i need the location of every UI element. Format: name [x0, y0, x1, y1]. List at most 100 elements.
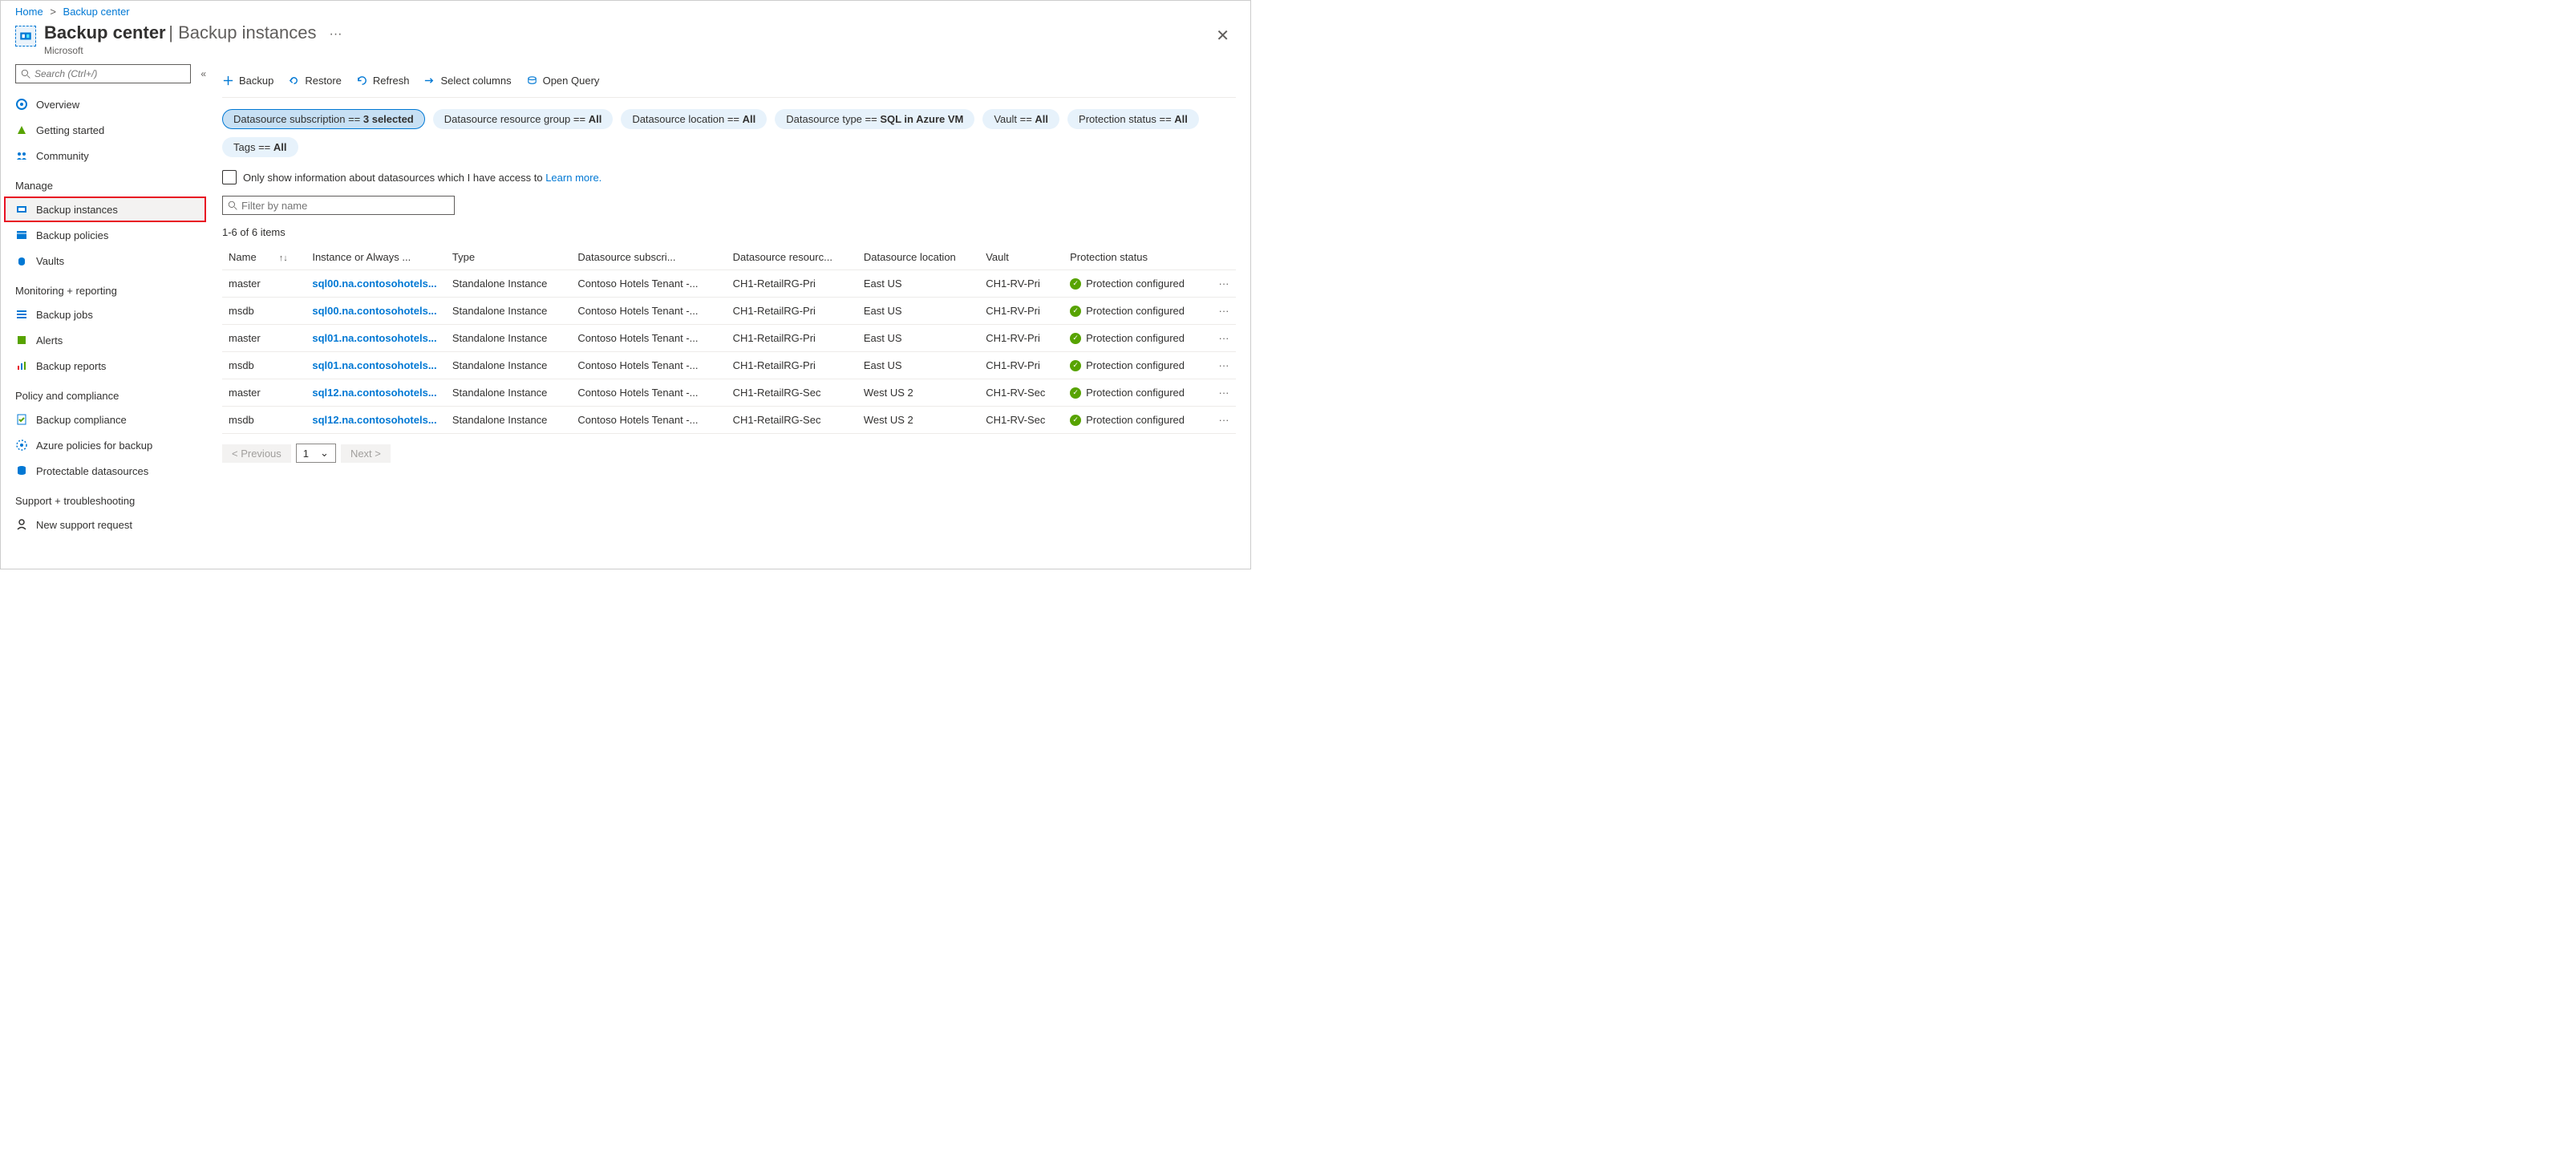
nav-label: Backup instances	[36, 204, 118, 216]
nav-icon	[15, 308, 28, 321]
filter-resource-group[interactable]: Datasource resource group == All	[433, 109, 614, 129]
filter-vault[interactable]: Vault == All	[982, 109, 1059, 129]
cell-status: ✓Protection configured	[1063, 352, 1212, 379]
restore-button[interactable]: Restore	[288, 75, 342, 87]
sidebar-item-backup-compliance[interactable]: Backup compliance	[4, 407, 206, 432]
row-menu-button[interactable]: ···	[1212, 325, 1236, 352]
pager: < Previous 1⌄ Next >	[222, 444, 1236, 463]
cell-resource: CH1-RetailRG-Pri	[727, 270, 857, 298]
filter-pills: Datasource subscription == 3 selected Da…	[222, 109, 1236, 157]
breadcrumb-home[interactable]: Home	[15, 6, 43, 18]
sidebar-item-backup-instances[interactable]: Backup instances	[4, 197, 206, 222]
nav-group-title: Manage	[15, 180, 206, 192]
cell-resource: CH1-RetailRG-Sec	[727, 407, 857, 434]
cell-instance-link[interactable]: sql01.na.contosohotels...	[306, 352, 446, 379]
cell-name: master	[222, 379, 306, 407]
cell-status: ✓Protection configured	[1063, 298, 1212, 325]
cell-location: East US	[857, 352, 979, 379]
sidebar-item-backup-policies[interactable]: Backup policies	[4, 222, 206, 248]
cell-vault: CH1-RV-Pri	[979, 352, 1063, 379]
refresh-button[interactable]: Refresh	[356, 75, 410, 87]
filter-protection-status[interactable]: Protection status == All	[1067, 109, 1199, 129]
cell-instance-link[interactable]: sql12.na.contosohotels...	[306, 379, 446, 407]
cell-instance-link[interactable]: sql00.na.contosohotels...	[306, 270, 446, 298]
sidebar-item-alerts[interactable]: Alerts	[4, 327, 206, 353]
sidebar-item-backup-jobs[interactable]: Backup jobs	[4, 302, 206, 327]
filter-tags[interactable]: Tags == All	[222, 137, 298, 157]
col-location[interactable]: Datasource location	[857, 245, 979, 270]
col-subscription[interactable]: Datasource subscri...	[571, 245, 726, 270]
nav-label: Getting started	[36, 124, 104, 136]
sidebar: « Overview Getting started Community Manag…	[1, 64, 208, 569]
sidebar-search-input[interactable]	[34, 68, 185, 79]
col-name[interactable]: Name↑↓	[222, 245, 306, 270]
check-icon: ✓	[1070, 333, 1081, 344]
cell-name: msdb	[222, 407, 306, 434]
cell-resource: CH1-RetailRG-Pri	[727, 352, 857, 379]
cell-resource: CH1-RetailRG-Pri	[727, 298, 857, 325]
sort-icon[interactable]: ↑↓	[279, 253, 288, 263]
sidebar-search[interactable]	[15, 64, 191, 83]
nav-label: Protectable datasources	[36, 465, 148, 477]
sidebar-item-new-support-request[interactable]: New support request	[4, 512, 206, 537]
name-filter-input[interactable]	[241, 200, 449, 212]
filter-subscription[interactable]: Datasource subscription == 3 selected	[222, 109, 425, 129]
row-menu-button[interactable]: ···	[1212, 352, 1236, 379]
col-instance[interactable]: Instance or Always ...	[306, 245, 446, 270]
filter-location[interactable]: Datasource location == All	[621, 109, 767, 129]
access-checkbox[interactable]	[222, 170, 237, 184]
check-icon: ✓	[1070, 278, 1081, 290]
nav-icon	[15, 334, 28, 346]
cell-name: msdb	[222, 298, 306, 325]
table-row: msdb sql01.na.contosohotels... Standalon…	[222, 352, 1236, 379]
sidebar-item-azure-policies-for-backup[interactable]: Azure policies for backup	[4, 432, 206, 458]
search-icon	[228, 201, 238, 211]
cell-instance-link[interactable]: sql00.na.contosohotels...	[306, 298, 446, 325]
table-row: master sql00.na.contosohotels... Standal…	[222, 270, 1236, 298]
nav-icon	[15, 439, 28, 452]
refresh-icon	[356, 75, 368, 87]
sidebar-item-protectable-datasources[interactable]: Protectable datasources	[4, 458, 206, 484]
cell-instance-link[interactable]: sql01.na.contosohotels...	[306, 325, 446, 352]
row-menu-button[interactable]: ···	[1212, 379, 1236, 407]
next-button[interactable]: Next >	[341, 444, 391, 463]
sidebar-item-community[interactable]: Community	[4, 143, 206, 168]
filter-type[interactable]: Datasource type == SQL in Azure VM	[775, 109, 974, 129]
page-select[interactable]: 1⌄	[296, 444, 336, 463]
learn-more-link[interactable]: Learn more.	[545, 172, 601, 184]
cell-location: East US	[857, 298, 979, 325]
cell-instance-link[interactable]: sql12.na.contosohotels...	[306, 407, 446, 434]
prev-button[interactable]: < Previous	[222, 444, 291, 463]
col-status[interactable]: Protection status	[1063, 245, 1212, 270]
check-icon: ✓	[1070, 387, 1081, 399]
sidebar-item-overview[interactable]: Overview	[4, 91, 206, 117]
nav-icon	[15, 464, 28, 477]
cell-vault: CH1-RV-Sec	[979, 407, 1063, 434]
page-title: Backup center	[44, 22, 166, 43]
cell-name: msdb	[222, 352, 306, 379]
name-filter[interactable]	[222, 196, 455, 215]
row-menu-button[interactable]: ···	[1212, 407, 1236, 434]
row-menu-button[interactable]: ···	[1212, 298, 1236, 325]
breadcrumb-current[interactable]: Backup center	[63, 6, 130, 18]
col-resource[interactable]: Datasource resourc...	[727, 245, 857, 270]
cell-vault: CH1-RV-Pri	[979, 270, 1063, 298]
check-icon: ✓	[1070, 360, 1081, 371]
sidebar-item-vaults[interactable]: Vaults	[4, 248, 206, 274]
select-columns-button[interactable]: Select columns	[423, 75, 511, 87]
row-menu-button[interactable]: ···	[1212, 270, 1236, 298]
backup-button[interactable]: Backup	[222, 75, 273, 87]
cell-name: master	[222, 270, 306, 298]
nav-icon	[15, 413, 28, 426]
sidebar-item-backup-reports[interactable]: Backup reports	[4, 353, 206, 379]
check-icon: ✓	[1070, 415, 1081, 426]
sidebar-collapse[interactable]: «	[200, 68, 206, 79]
cell-subscription: Contoso Hotels Tenant -...	[571, 379, 726, 407]
more-button[interactable]: ···	[330, 22, 342, 42]
col-vault[interactable]: Vault	[979, 245, 1063, 270]
open-query-button[interactable]: Open Query	[526, 75, 600, 87]
col-type[interactable]: Type	[446, 245, 572, 270]
sidebar-item-getting-started[interactable]: Getting started	[4, 117, 206, 143]
nav-label: Backup compliance	[36, 414, 127, 426]
close-button[interactable]: ✕	[1209, 22, 1236, 49]
